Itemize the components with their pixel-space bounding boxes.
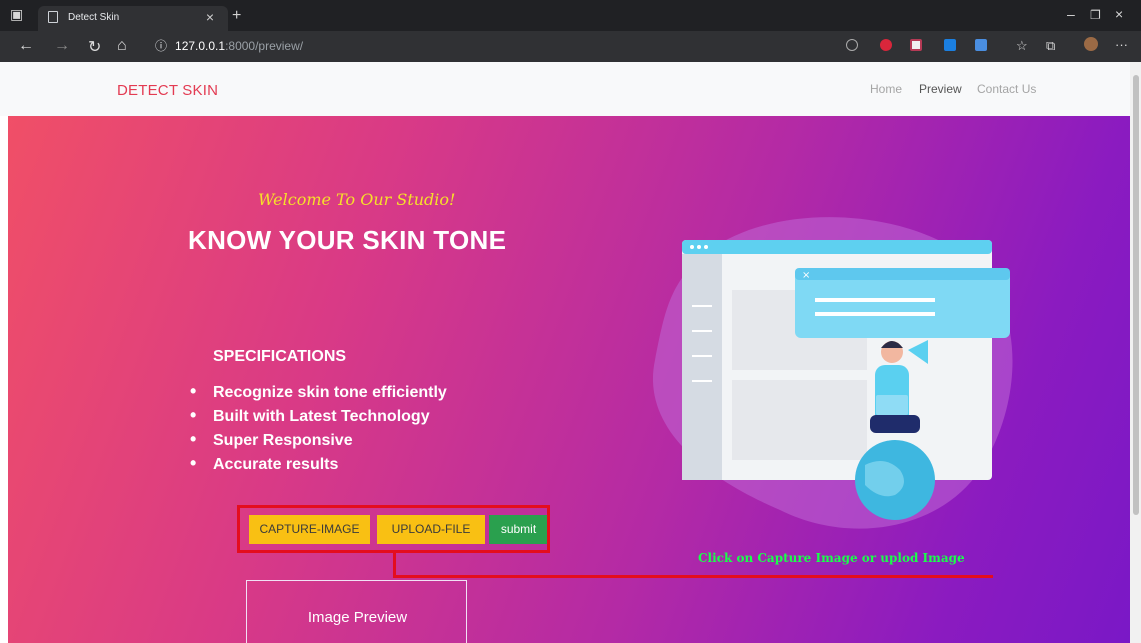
svg-text:×: × <box>802 270 810 281</box>
extension-box-icon[interactable] <box>910 39 922 51</box>
nav-home[interactable]: Home <box>870 82 902 96</box>
list-item: Recognize skin tone efficiently <box>190 380 447 404</box>
hero-title: KNOW YOUR SKIN TONE <box>188 225 507 255</box>
image-preview-label: Image Preview <box>307 609 408 626</box>
more-options-icon[interactable]: ··· <box>1115 37 1128 52</box>
back-icon[interactable]: ← <box>18 37 34 55</box>
specifications-heading: SPECIFICATIONS <box>213 348 347 365</box>
annotation-text: Click on Capture Image or uplod Image <box>698 551 965 565</box>
list-item: Accurate results <box>190 452 447 476</box>
address-field[interactable]: ⓘ 127.0.0.1:8000/preview/ <box>155 35 835 57</box>
profile-avatar[interactable] <box>1084 37 1098 51</box>
tab-actions-icon[interactable]: ▣ <box>10 6 23 23</box>
new-tab-icon[interactable]: + <box>232 7 241 25</box>
info-icon: ⓘ <box>155 39 168 53</box>
brand-logo[interactable]: DETECT SKIN <box>117 82 218 99</box>
collections-icon[interactable]: ⧉ <box>1046 38 1055 54</box>
highlight-box <box>237 505 550 553</box>
restore-icon[interactable]: ❐ <box>1090 8 1101 22</box>
forward-icon[interactable]: → <box>54 37 70 55</box>
minimize-icon[interactable]: – <box>1067 6 1075 22</box>
close-window-icon[interactable]: × <box>1115 6 1123 22</box>
url-host: 127.0.0.1 <box>175 39 226 53</box>
extension-blue-icon[interactable] <box>944 39 956 51</box>
list-item: Built with Latest Technology <box>190 404 447 428</box>
nav-contact-us[interactable]: Contact Us <box>977 82 1036 96</box>
page-icon <box>48 11 58 23</box>
url-path: :8000/preview/ <box>225 39 304 53</box>
specifications-list: Recognize skin tone efficiently Built wi… <box>190 380 447 476</box>
refresh-icon[interactable]: ↻ <box>88 37 101 57</box>
home-icon[interactable]: ⌂ <box>117 37 127 55</box>
close-tab-icon[interactable]: × <box>206 9 214 25</box>
image-preview-box: Image Preview <box>246 580 467 643</box>
extension-screen-icon[interactable] <box>975 39 987 51</box>
list-item: Super Responsive <box>190 428 447 452</box>
scrollbar-thumb[interactable] <box>1133 75 1139 515</box>
tab-title: Detect Skin <box>68 12 120 23</box>
welcome-text: Welcome To Our Studio! <box>258 190 456 209</box>
marketing-illustration: × <box>652 217 1013 529</box>
highlight-connector-horizontal <box>393 575 993 578</box>
favorites-icon[interactable]: ☆ <box>1016 38 1028 54</box>
read-aloud-icon[interactable] <box>846 39 858 51</box>
extension-red-icon[interactable] <box>880 39 892 51</box>
browser-tab[interactable]: Detect Skin × <box>38 6 228 31</box>
nav-preview[interactable]: Preview <box>919 82 962 96</box>
